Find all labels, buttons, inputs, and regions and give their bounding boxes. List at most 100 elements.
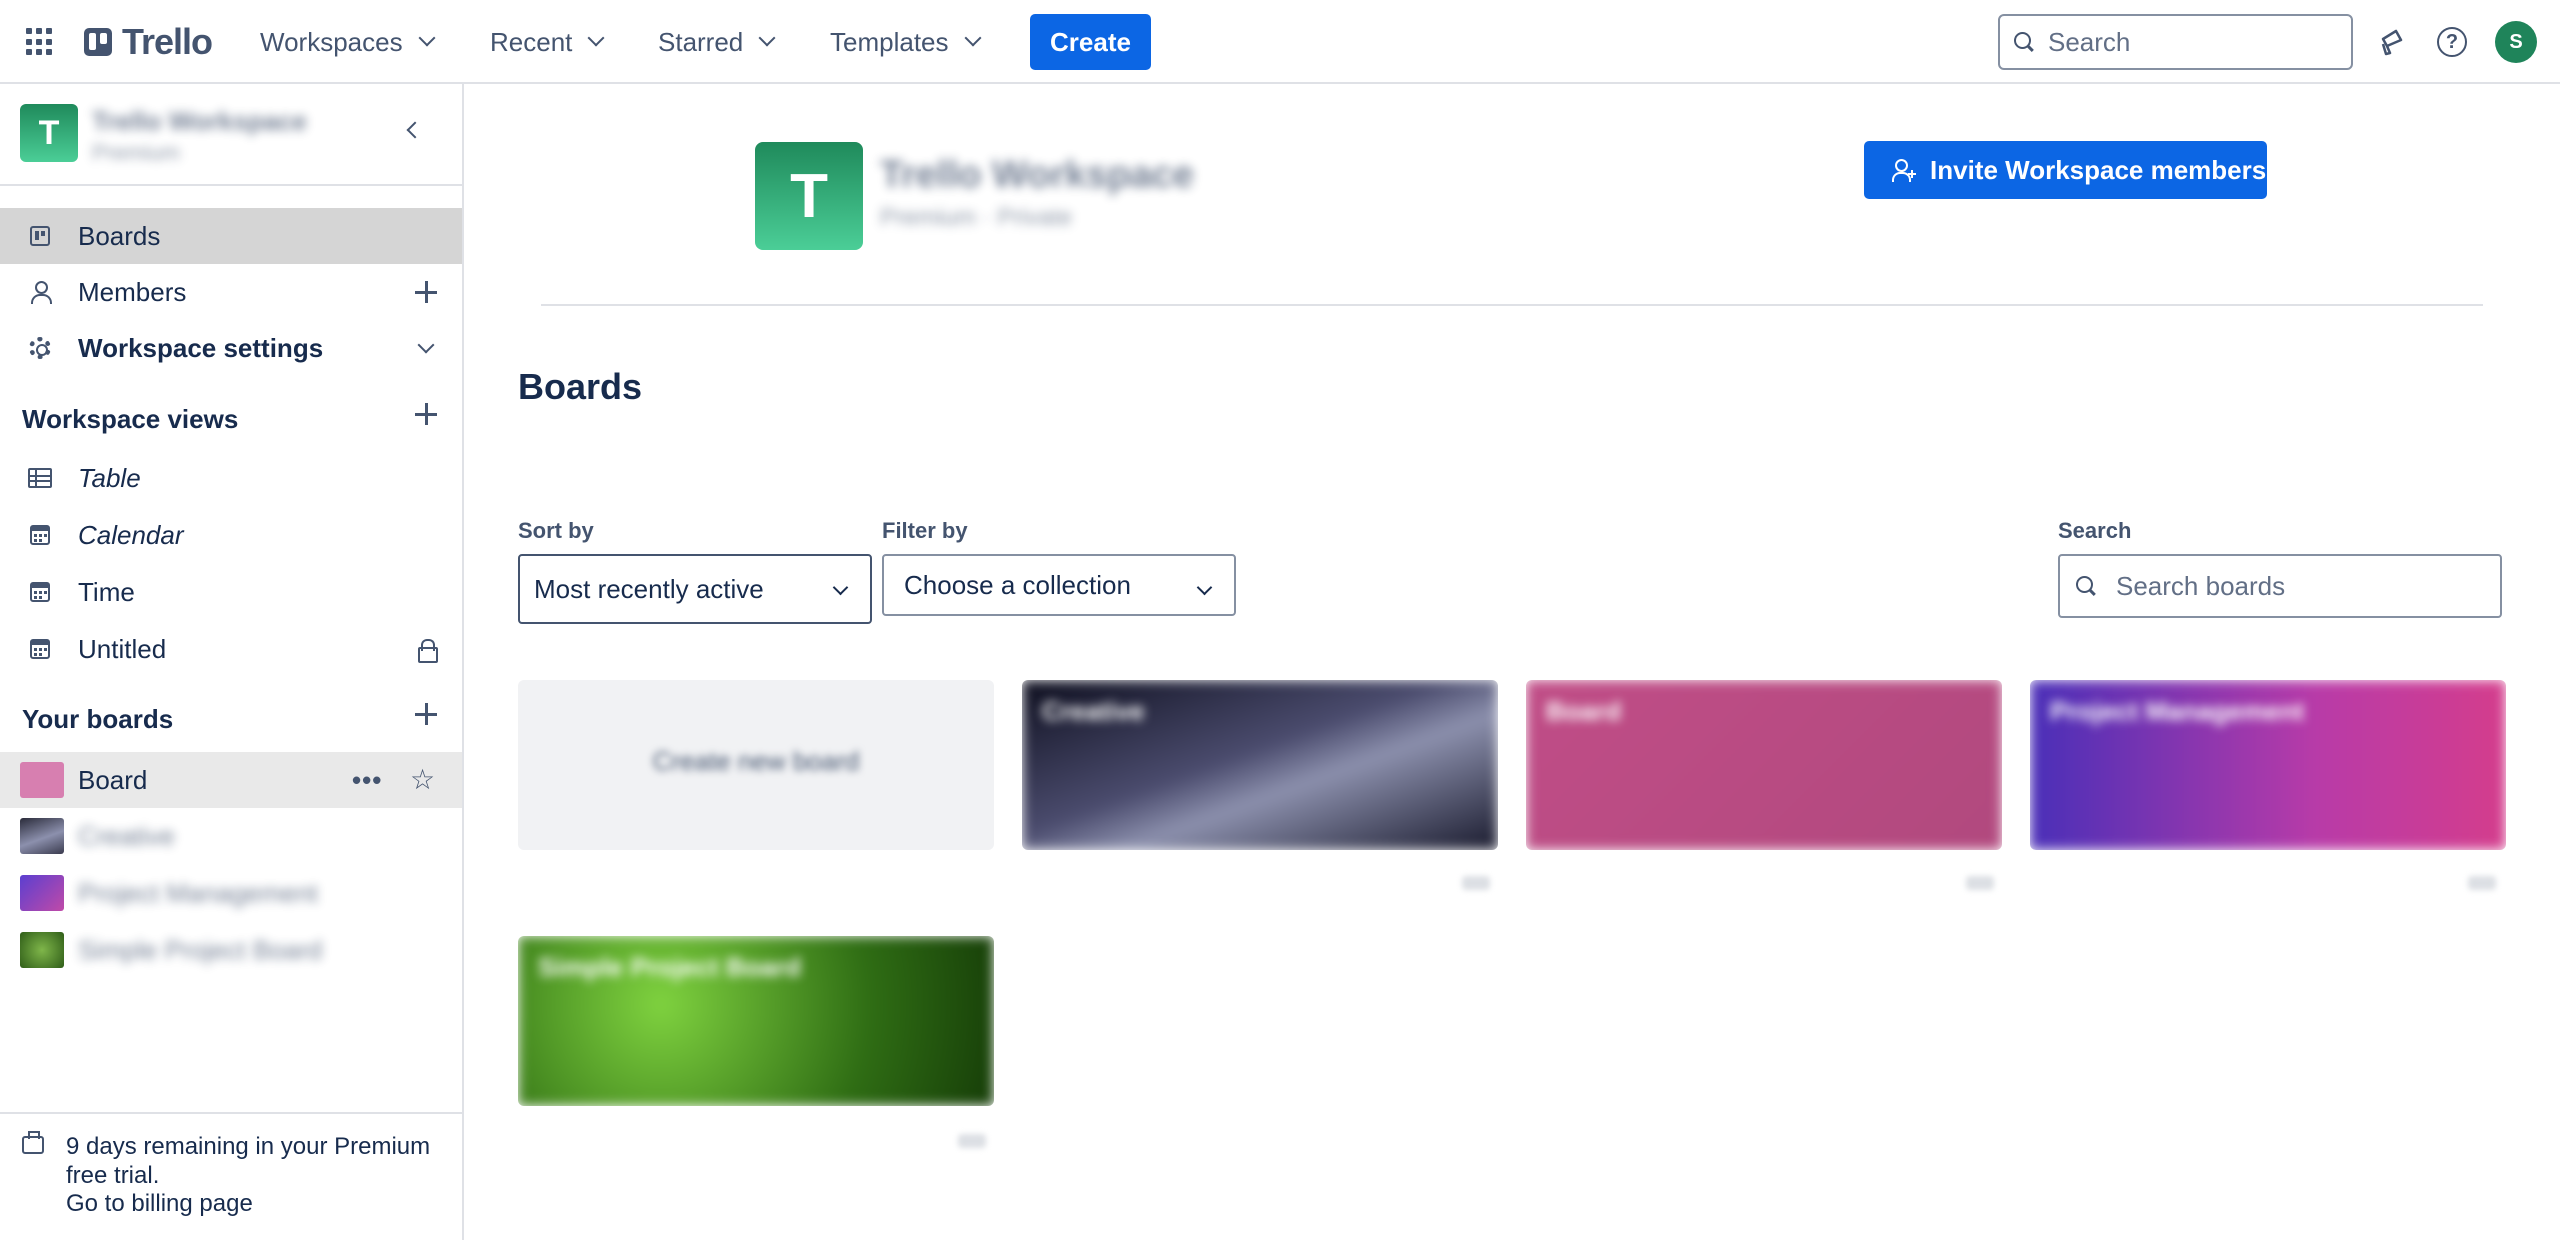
sidebar-item-members[interactable]: Members bbox=[0, 264, 462, 320]
board-tile-name: Project Management bbox=[2050, 696, 2305, 726]
board-search[interactable] bbox=[2058, 554, 2502, 618]
plus-icon bbox=[415, 703, 437, 725]
calendar-icon bbox=[28, 580, 52, 604]
star-icon[interactable] bbox=[1462, 876, 1490, 890]
chevron-left-icon bbox=[406, 121, 424, 139]
board-tile[interactable]: Project Management bbox=[2030, 680, 2506, 850]
sidebar-item-boards[interactable]: Boards bbox=[0, 208, 462, 264]
more-options-icon[interactable]: ••• bbox=[352, 767, 382, 793]
view-label: Time bbox=[78, 576, 135, 607]
add-person-icon bbox=[1892, 159, 1916, 182]
view-label: Calendar bbox=[78, 519, 184, 550]
sidebar-view-table[interactable]: Table bbox=[0, 450, 462, 506]
nav-templates[interactable]: Templates bbox=[830, 22, 981, 62]
workspace-title[interactable]: Trello Workspace bbox=[880, 154, 1194, 197]
filter-select[interactable]: Choose a collection bbox=[882, 554, 1236, 616]
workspace-avatar[interactable]: T bbox=[20, 104, 78, 162]
search-icon bbox=[2014, 32, 2034, 52]
divider bbox=[541, 304, 2483, 306]
top-navigation-bar: Trello Workspaces Recent Starred Templat… bbox=[0, 0, 2560, 84]
search-label: Search bbox=[2058, 518, 2132, 543]
user-avatar[interactable]: S bbox=[2495, 21, 2537, 63]
help-button[interactable]: ? bbox=[2432, 22, 2472, 62]
workspace-header: T Trello Workspace Premium bbox=[0, 84, 462, 186]
sidebar-view-calendar[interactable]: Calendar bbox=[0, 507, 462, 563]
sidebar-view-time[interactable]: Time bbox=[0, 564, 462, 620]
create-board-label: Create new board bbox=[652, 746, 860, 776]
star-icon[interactable] bbox=[958, 1134, 986, 1148]
person-icon bbox=[28, 280, 52, 304]
create-button[interactable]: Create bbox=[1030, 14, 1151, 70]
sidebar-item-label: Boards bbox=[78, 220, 161, 251]
board-tile[interactable]: Board bbox=[1526, 680, 2002, 850]
trello-logo[interactable]: Trello bbox=[84, 21, 213, 62]
board-thumbnail bbox=[20, 762, 64, 798]
board-label: Simple Project Board bbox=[78, 934, 323, 965]
lock-icon bbox=[410, 633, 442, 665]
workspace-meta: Premium · Private bbox=[880, 204, 1073, 231]
add-member-button[interactable] bbox=[410, 276, 442, 308]
create-board-tile[interactable]: Create new board bbox=[518, 680, 994, 850]
search-icon bbox=[2076, 576, 2096, 596]
workspace-name[interactable]: Trello Workspace bbox=[92, 106, 307, 137]
nav-starred-label: Starred bbox=[658, 26, 744, 57]
invite-members-button[interactable]: Invite Workspace members bbox=[1864, 141, 2267, 199]
board-tile-name: Creative bbox=[1042, 696, 1145, 726]
chevron-down-icon bbox=[1196, 579, 1213, 596]
board-label: Creative bbox=[78, 820, 175, 851]
add-view-button[interactable] bbox=[410, 398, 442, 430]
sidebar-board-board[interactable]: Board ••• ☆ bbox=[0, 752, 462, 808]
sort-value: Most recently active bbox=[534, 573, 764, 604]
sidebar-view-untitled[interactable]: Untitled bbox=[0, 621, 462, 677]
sidebar: T Trello Workspace Premium Boards Member… bbox=[0, 84, 464, 1240]
star-icon[interactable]: ☆ bbox=[410, 766, 435, 794]
table-icon bbox=[28, 466, 52, 490]
your-boards-heading: Your boards bbox=[22, 704, 174, 734]
board-search-input[interactable] bbox=[2116, 570, 2496, 602]
calendar-icon bbox=[28, 637, 52, 661]
sidebar-board-creative[interactable]: Creative bbox=[0, 808, 462, 864]
nav-templates-label: Templates bbox=[830, 26, 949, 57]
board-thumbnail bbox=[20, 818, 64, 854]
gear-icon bbox=[28, 336, 52, 360]
nav-recent-label: Recent bbox=[490, 26, 573, 57]
global-search-input[interactable] bbox=[2048, 26, 2328, 58]
star-icon[interactable] bbox=[2468, 876, 2496, 890]
trello-logo-icon bbox=[84, 28, 112, 56]
notifications-button[interactable] bbox=[2370, 22, 2410, 62]
sidebar-board-project-management[interactable]: Project Management bbox=[0, 865, 462, 921]
app-switcher-icon[interactable] bbox=[26, 28, 54, 56]
page-title: Boards bbox=[518, 366, 643, 407]
nav-starred[interactable]: Starred bbox=[658, 22, 776, 62]
star-icon[interactable] bbox=[1966, 876, 1994, 890]
board-tile[interactable]: Creative bbox=[1022, 680, 1498, 850]
board-label: Project Management bbox=[78, 877, 318, 908]
sidebar-item-workspace-settings[interactable]: Workspace settings bbox=[0, 320, 462, 376]
board-tile-name: Simple Project Board bbox=[538, 952, 801, 982]
chevron-down-icon bbox=[417, 336, 435, 354]
chevron-down-icon bbox=[758, 29, 776, 47]
nav-workspaces-label: Workspaces bbox=[260, 26, 403, 57]
sidebar-item-label: Members bbox=[78, 276, 187, 307]
plus-icon bbox=[415, 281, 437, 303]
view-label: Table bbox=[78, 462, 141, 493]
workspace-plan: Premium bbox=[92, 140, 181, 165]
chevron-down-icon bbox=[587, 29, 605, 47]
main-content: T Trello Workspace Premium · Private Inv… bbox=[464, 84, 2560, 1240]
nav-recent[interactable]: Recent bbox=[490, 22, 605, 62]
sidebar-board-simple-project[interactable]: Simple Project Board bbox=[0, 922, 462, 978]
collapse-sidebar-button[interactable] bbox=[396, 114, 428, 146]
workspace-views-heading: Workspace views bbox=[22, 404, 239, 434]
trial-text: 9 days remaining in your Premium free tr… bbox=[66, 1133, 431, 1189]
billing-link[interactable]: Go to billing page bbox=[66, 1190, 253, 1218]
nav-workspaces[interactable]: Workspaces bbox=[260, 22, 436, 62]
sort-label: Sort by bbox=[518, 518, 594, 543]
invite-label: Invite Workspace members bbox=[1930, 154, 2267, 185]
sort-select[interactable]: Most recently active bbox=[518, 554, 872, 624]
board-label: Board bbox=[78, 764, 148, 795]
board-tile[interactable]: Simple Project Board bbox=[518, 936, 994, 1106]
expand-settings-button[interactable] bbox=[410, 332, 442, 364]
global-search[interactable] bbox=[1998, 14, 2353, 70]
sidebar-item-label: Workspace settings bbox=[78, 332, 324, 363]
add-board-button[interactable] bbox=[410, 698, 442, 730]
